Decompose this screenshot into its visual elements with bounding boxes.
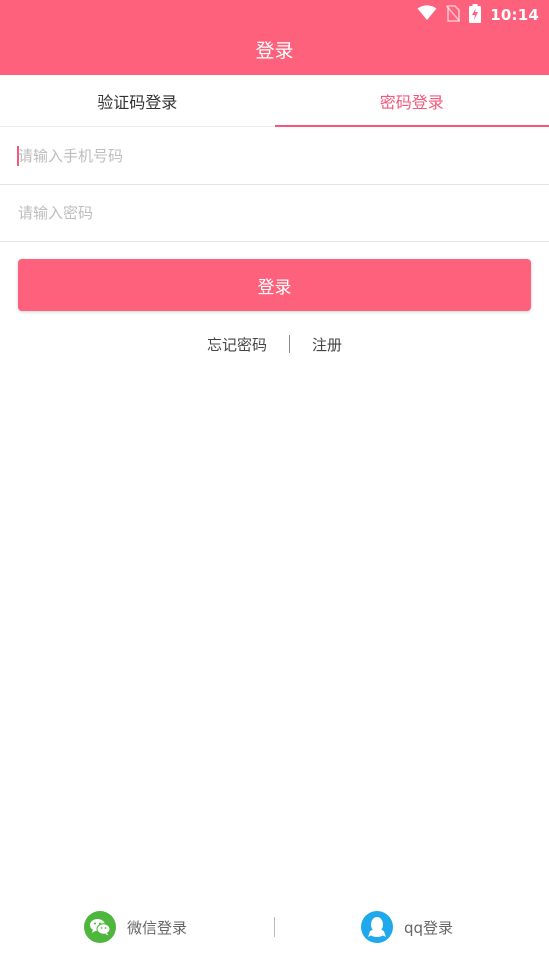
status-bar: 10:14 [0,0,549,30]
qq-login-button[interactable]: qq登录 [361,906,453,948]
wechat-icon [84,911,116,943]
phone-input[interactable] [18,128,528,184]
qq-icon [361,911,393,943]
login-button[interactable]: 登录 [18,259,531,311]
no-sim-icon [446,4,461,26]
login-screen: 10:14 登录 验证码登录 密码登录 登录 忘记密码 注册 [0,0,549,976]
password-input[interactable] [18,185,528,241]
status-time: 10:14 [490,6,539,24]
text-cursor [17,146,19,166]
status-icons: 10:14 [417,3,539,27]
social-login: 微信登录 qq登录 [0,906,549,948]
tab-sms-code-login[interactable]: 验证码登录 [0,75,275,126]
phone-field-row [0,128,549,185]
tab-label: 验证码登录 [97,92,178,112]
page-title: 登录 [255,40,294,62]
tab-password-login[interactable]: 密码登录 [274,75,549,127]
tab-label: 密码登录 [379,92,444,112]
password-field-row [0,185,549,242]
header-bar: 10:14 登录 [0,0,549,75]
wifi-icon [417,5,437,25]
active-tab-indicator [274,125,549,127]
wechat-login-label: 微信登录 [127,918,188,937]
auxiliary-links: 忘记密码 注册 [0,332,549,356]
battery-charging-icon [469,3,482,27]
forgot-password-link[interactable]: 忘记密码 [207,334,267,355]
login-tabs: 验证码登录 密码登录 [0,75,549,127]
qq-login-label: qq登录 [404,918,454,937]
link-divider [289,335,290,353]
social-divider [274,917,275,937]
wechat-login-button[interactable]: 微信登录 [84,906,187,948]
register-link[interactable]: 注册 [312,334,342,355]
